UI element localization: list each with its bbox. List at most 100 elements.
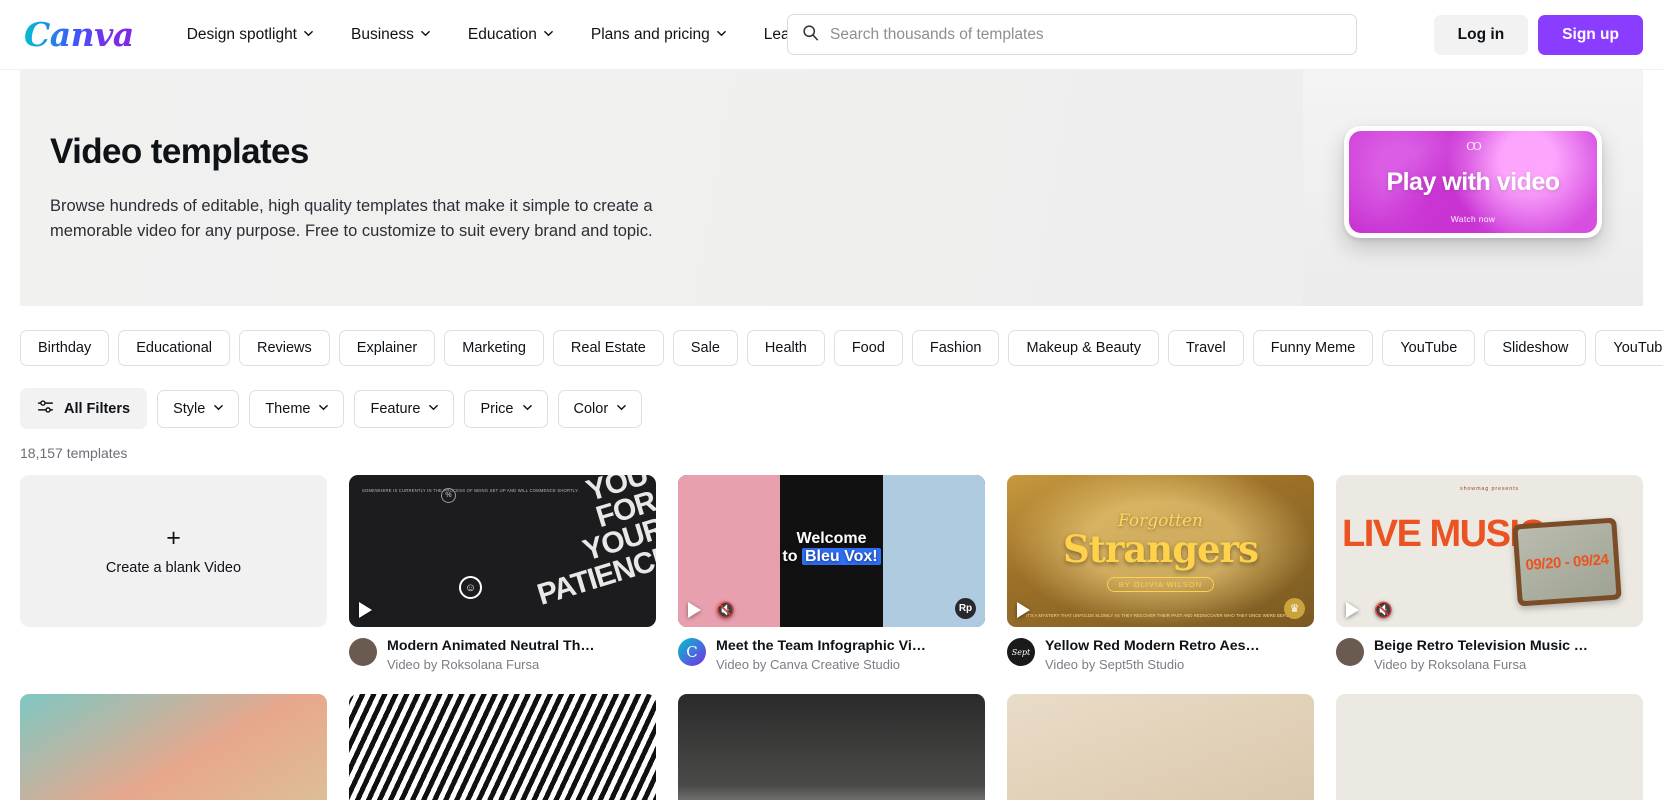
tv-screen: 09/20 - 09/24 xyxy=(1517,522,1617,602)
hero-text: Video templates Browse hundreds of edita… xyxy=(20,132,660,244)
template-thumbnail[interactable] xyxy=(1336,694,1643,800)
category-chip[interactable]: Sale xyxy=(672,330,738,366)
chevron-down-icon xyxy=(304,29,313,38)
thumb-headline: Welcome to Bleu Vox! xyxy=(678,530,985,567)
template-author[interactable]: Video by Roksolana Fursa xyxy=(1374,657,1589,672)
avatar xyxy=(349,638,377,666)
template-card[interactable] xyxy=(1336,694,1643,800)
hero-visual-cta[interactable]: Watch now xyxy=(1451,214,1495,224)
search-input[interactable] xyxy=(830,25,1342,44)
category-chip[interactable]: Health xyxy=(746,330,825,366)
status-badge: Rp xyxy=(955,598,976,619)
all-filters-label: All Filters xyxy=(64,400,131,417)
create-blank-video-button[interactable]: + Create a blank Video xyxy=(20,475,327,627)
nav-item-education[interactable]: Education xyxy=(449,16,572,54)
category-chip[interactable]: Travel xyxy=(1167,330,1244,366)
template-card[interactable]: Forgotten Strangers BY OLIVIA WILSON IT'… xyxy=(1007,475,1314,672)
template-title[interactable]: Modern Animated Neutral Thank You ... xyxy=(387,638,602,654)
template-thumbnail[interactable]: Welcome to Bleu Vox! 🔇 Rp xyxy=(678,475,985,627)
all-filters-button[interactable]: All Filters xyxy=(20,388,148,429)
chevron-down-icon xyxy=(421,29,430,38)
template-thumbnail[interactable]: SOMEWHERE IS CURRENTLY IN THE PROCESS OF… xyxy=(349,475,656,627)
category-chip[interactable]: Marketing xyxy=(444,330,544,366)
hero-phone-screen: CO Play with video Watch now xyxy=(1349,131,1597,233)
nav-item-plans-and-pricing[interactable]: Plans and pricing xyxy=(572,16,745,54)
play-icon[interactable] xyxy=(1017,602,1030,618)
play-icon[interactable] xyxy=(1346,602,1359,618)
avatar: C xyxy=(678,638,706,666)
category-chip[interactable]: Educational xyxy=(118,330,230,366)
category-chip[interactable]: YouTube Intros xyxy=(1595,330,1663,366)
page-description: Browse hundreds of editable, high qualit… xyxy=(50,196,653,240)
template-thumbnail[interactable] xyxy=(349,694,656,800)
template-thumbnail[interactable] xyxy=(20,694,327,800)
retro-tv-graphic: 09/20 - 09/24 xyxy=(1512,517,1622,607)
category-chip[interactable]: Food xyxy=(833,330,903,366)
thumb-dates: 09/20 - 09/24 xyxy=(1524,550,1610,574)
mute-icon[interactable]: 🔇 xyxy=(1374,601,1393,619)
mute-icon[interactable]: 🔇 xyxy=(716,601,735,619)
thumb-line-2: to Bleu Vox! xyxy=(678,548,985,566)
template-author[interactable]: Video by Sept5th Studio xyxy=(1045,657,1260,672)
category-chip[interactable]: YouTube xyxy=(1382,330,1476,366)
chevron-down-icon xyxy=(522,403,532,412)
filter-pill-style[interactable]: Style xyxy=(157,389,240,428)
template-grid: + Create a blank Video SOMEWHERE IS CURR… xyxy=(0,461,1663,672)
template-meta: Sept Yellow Red Modern Retro Aesthetic F… xyxy=(1007,638,1314,672)
template-meta: Modern Animated Neutral Thank You ... Vi… xyxy=(349,638,656,672)
template-card[interactable] xyxy=(678,694,985,800)
category-chip[interactable]: Fashion xyxy=(911,330,1000,366)
nav-label: Plans and pricing xyxy=(590,25,710,43)
hero-visual-headline: Play with video xyxy=(1386,167,1560,196)
category-chip[interactable]: Slideshow xyxy=(1484,330,1587,366)
thumb-line-1: Welcome xyxy=(796,529,867,547)
avatar: Sept xyxy=(1007,638,1035,666)
thumb-fine-print: IT'S A MYSTERY THAT UNFOLDS SLOWLY AS TH… xyxy=(1025,612,1296,618)
template-thumbnail[interactable] xyxy=(678,694,985,800)
template-title[interactable]: Yellow Red Modern Retro Aesthetic F... xyxy=(1045,638,1260,654)
category-chip[interactable]: Reviews xyxy=(238,330,330,366)
thumb-headline: Strangers xyxy=(1063,526,1259,571)
login-button[interactable]: Log in xyxy=(1433,14,1529,55)
play-icon[interactable] xyxy=(359,602,372,618)
search-box[interactable] xyxy=(787,14,1357,55)
category-chip[interactable]: Makeup & Beauty xyxy=(1008,330,1159,366)
category-chip[interactable]: Birthday xyxy=(20,330,110,366)
category-chip[interactable]: Explainer xyxy=(338,330,436,366)
category-chip-row[interactable]: Birthday Educational Reviews Explainer Marke… xyxy=(0,306,1663,366)
results-count: 18,157 templates xyxy=(20,445,128,461)
filter-pill-label: Price xyxy=(480,400,514,417)
filter-pill-price[interactable]: Price xyxy=(464,389,548,428)
template-title[interactable]: Meet the Team Infographic Video in B... xyxy=(716,638,931,654)
filter-pill-theme[interactable]: Theme xyxy=(249,389,345,428)
template-card[interactable]: showmag presents LIVE MUSIC 09/20 - 09/2… xyxy=(1336,475,1643,672)
create-blank-card[interactable]: + Create a blank Video xyxy=(20,475,327,672)
template-card[interactable] xyxy=(349,694,656,800)
template-card[interactable]: Welcome to Bleu Vox! 🔇 Rp C Meet the Tea… xyxy=(678,475,985,672)
template-author[interactable]: Video by Roksolana Fursa xyxy=(387,657,602,672)
category-chip[interactable]: Funny Meme xyxy=(1252,330,1374,366)
filter-pill-feature[interactable]: Feature xyxy=(354,389,455,428)
template-author[interactable]: Video by Canva Creative Studio xyxy=(716,657,931,672)
search-icon xyxy=(802,24,819,46)
signup-button[interactable]: Sign up xyxy=(1538,14,1643,55)
hero-phone-mockup[interactable]: CO Play with video Watch now xyxy=(1344,126,1602,238)
filter-pill-label: Color xyxy=(573,400,609,417)
template-thumbnail[interactable] xyxy=(1007,694,1314,800)
play-icon[interactable] xyxy=(688,602,701,618)
plus-icon: + xyxy=(166,524,181,552)
template-card[interactable] xyxy=(20,694,327,800)
template-meta-text: Beige Retro Television Music YouTub... V… xyxy=(1374,638,1589,672)
nav-item-business[interactable]: Business xyxy=(332,16,449,54)
template-card[interactable] xyxy=(1007,694,1314,800)
nav-item-design-spotlight[interactable]: Design spotlight xyxy=(168,16,332,54)
filter-pill-group: Style Theme Feature Price Color xyxy=(157,389,643,428)
category-chip[interactable]: Real Estate xyxy=(552,330,664,366)
template-thumbnail[interactable]: showmag presents LIVE MUSIC 09/20 - 09/2… xyxy=(1336,475,1643,627)
template-title[interactable]: Beige Retro Television Music YouTub... xyxy=(1374,638,1589,654)
template-card[interactable]: SOMEWHERE IS CURRENTLY IN THE PROCESS OF… xyxy=(349,475,656,672)
template-thumbnail[interactable]: Forgotten Strangers BY OLIVIA WILSON IT'… xyxy=(1007,475,1314,627)
avatar xyxy=(1336,638,1364,666)
canva-logo[interactable]: Canva xyxy=(22,15,134,54)
filter-pill-color[interactable]: Color xyxy=(557,389,643,428)
